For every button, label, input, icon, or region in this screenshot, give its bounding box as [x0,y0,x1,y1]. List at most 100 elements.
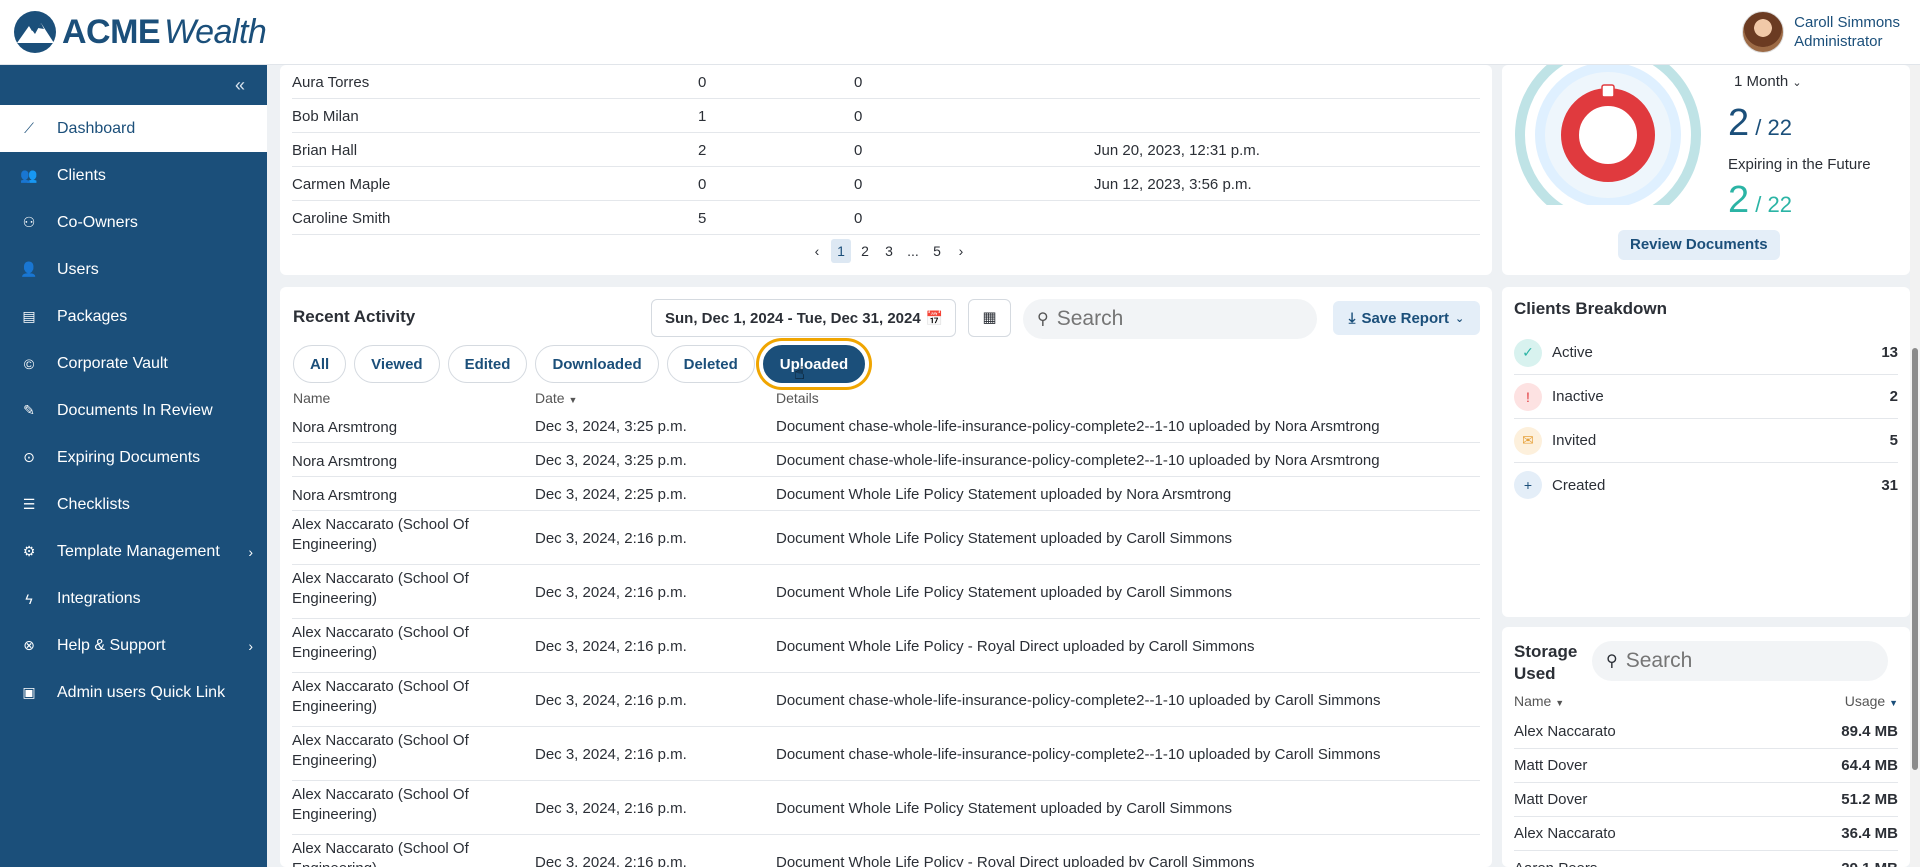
search-icon: ⚲ [1606,653,1618,670]
sidebar-item-clients[interactable]: 👥 Clients [0,152,267,199]
activity-date: Dec 3, 2024, 2:16 p.m. [535,530,687,547]
table-row[interactable]: Bob Milan 1 0 [292,99,1480,133]
table-row[interactable]: Carmen Maple 0 0 Jun 12, 2023, 3:56 p.m. [292,167,1480,201]
sidebar-item-documents-in-review[interactable]: ✎ Documents In Review [0,387,267,434]
review-documents-button[interactable]: Review Documents [1618,230,1780,260]
filter-downloaded[interactable]: Downloaded [535,345,659,383]
breakdown-label: Inactive [1552,388,1604,405]
table-row[interactable]: Nora Arsmtrong Dec 3, 2024, 3:25 p.m. Docu… [292,409,1480,443]
expiring-future-total: 22 [1767,192,1792,217]
table-row[interactable]: Matt Dover 64.4 MB [1514,749,1898,783]
doc-expiring-icon: ⊙ [23,449,35,465]
sort-down-icon: ▼ [1889,698,1898,708]
table-cell: 0 [854,108,863,125]
breakdown-row-created[interactable]: + Created 31 [1514,463,1898,507]
sidebar-item-help-support[interactable]: ⊗ Help & Support › [0,622,267,669]
column-header-details[interactable]: Details [776,390,819,406]
donut-marker [1601,84,1615,98]
sidebar-item-admin-users-quick-link[interactable]: ▣ Admin users Quick Link [0,669,267,716]
table-row[interactable]: Nora Arsmtrong Dec 3, 2024, 3:25 p.m. Docu… [292,443,1480,477]
table-cell: Bob Milan [292,108,359,125]
table-row[interactable]: Alex Naccarato (School Of Engineering) De… [292,727,1480,781]
breakdown-row-invited[interactable]: ✉ Invited 5 [1514,419,1898,463]
table-row[interactable]: Nora Arsmtrong Dec 3, 2024, 2:25 p.m. Docu… [292,477,1480,511]
activity-details: Document chase-whole-life-insurance-poli… [776,746,1381,763]
storage-usage: 51.2 MB [1841,791,1898,808]
sidebar-item-co-owners[interactable]: ⚇ Co-Owners [0,199,267,246]
page-button[interactable]: 1 [831,239,851,263]
table-row[interactable]: Alex Naccarato (School Of Engineering) De… [292,619,1480,673]
sidebar-item-template-management[interactable]: ⚙ Template Management › [0,528,267,575]
period-select[interactable]: 1 Month ⌄ [1734,73,1802,90]
storage-name: Alex Naccarato [1514,825,1616,842]
storage-title-line2: Used [1514,664,1556,683]
sidebar-item-checklists[interactable]: ☰ Checklists [0,481,267,528]
check-icon: ✓ [1514,338,1542,367]
filter-all[interactable]: All [293,345,347,383]
storage-col-usage[interactable]: Usage ▼ [1845,693,1898,709]
table-row[interactable]: Brian Hall 2 0 Jun 20, 2023, 12:31 p.m. [292,133,1480,167]
table-row[interactable]: Alex Naccarato (School Of Engineering) De… [292,565,1480,619]
activity-filters: All Viewed Edited Downloaded Deleted Uploaded [293,345,866,383]
activity-date: Dec 3, 2024, 2:16 p.m. [535,638,687,655]
page-button[interactable]: 3 [879,239,899,263]
table-row[interactable]: Alex Naccarato (School Of Engineering) De… [292,511,1480,565]
table-row[interactable]: Alex Naccarato (School Of Engineering) De… [292,835,1480,867]
recent-activity-panel: Recent Activity Sun, Dec 1, 2024 - Tue, … [280,287,1492,867]
table-row[interactable]: Alex Naccarato 89.4 MB [1514,715,1898,749]
page-button[interactable]: 5 [927,239,947,263]
bolt-icon: ϟ [25,590,33,607]
calendar-button[interactable]: ▦ [968,299,1011,337]
storage-col-name[interactable]: Name ▼ [1514,693,1564,709]
sidebar-item-dashboard[interactable]: ⟋ Dashboard [0,105,267,152]
table-row[interactable]: Alex Naccarato 36.4 MB [1514,817,1898,851]
filter-deleted[interactable]: Deleted [666,345,755,383]
page-button[interactable]: ... [903,239,923,263]
column-header-date[interactable]: Date ▼ [535,390,577,406]
sidebar-item-expiring-documents[interactable]: ⊙ Expiring Documents [0,434,267,481]
activity-details: Document Whole Life Policy - Royal Direc… [776,854,1255,867]
page-button[interactable]: 2 [855,239,875,263]
activity-details: Document Whole Life Policy Statement upl… [776,486,1232,503]
sidebar-item-label: Users [57,260,99,278]
hand-cursor-icon: ☝ [794,363,805,383]
calendar-icon: ▦ [982,309,997,326]
table-cell: Aura Torres [292,74,370,91]
sidebar-item-packages[interactable]: ▤ Packages [0,293,267,340]
breakdown-row-active[interactable]: ✓ Active 13 [1514,331,1898,375]
user-menu[interactable]: Caroll Simmons Administrator [1742,11,1900,53]
table-row[interactable]: Alex Naccarato (School Of Engineering) De… [292,673,1480,727]
save-report-button[interactable]: ⤓ Save Report ⌄ [1333,301,1480,335]
donut-red-ring [1561,88,1655,182]
filter-edited[interactable]: Edited [447,345,528,383]
filter-viewed[interactable]: Viewed [354,345,440,383]
sidebar-item-integrations[interactable]: ϟ Integrations [0,575,267,622]
page-scrollbar[interactable] [1910,65,1920,867]
next-page-button[interactable]: › [951,239,971,263]
sidebar-item-corporate-vault[interactable]: © Corporate Vault [0,340,267,387]
clients-breakdown-widget: Clients Breakdown ✓ Active 13! Inactive 2 ✉ In… [1502,287,1910,617]
filter-uploaded[interactable]: Uploaded [762,345,866,383]
breakdown-count: 31 [1881,476,1898,494]
table-row[interactable]: Aura Torres 0 0 [292,65,1480,99]
prev-page-button[interactable]: ‹ [807,239,827,263]
storage-name: Matt Dover [1514,791,1588,808]
date-range-picker[interactable]: Sun, Dec 1, 2024 - Tue, Dec 31, 2024 📅 [651,299,956,337]
table-row[interactable]: Alex Naccarato (School Of Engineering) De… [292,781,1480,835]
scrollbar-thumb[interactable] [1912,348,1918,770]
activity-search-input[interactable] [1056,307,1277,331]
column-header-name[interactable]: Name [293,390,330,406]
activity-name: Alex Naccarato (School Of Engineering) [292,840,469,867]
collapse-sidebar-button[interactable]: « [0,65,267,105]
breakdown-count: 2 [1889,388,1898,405]
table-cell: Jun 20, 2023, 12:31 p.m. [1094,142,1260,159]
table-row[interactable]: Matt Dover 51.2 MB [1514,783,1898,817]
brand-logo[interactable]: ACME Wealth [12,9,267,55]
table-row[interactable]: Caroline Smith 5 0 [292,201,1480,235]
breakdown-label: Created [1552,476,1606,494]
breakdown-row-inactive[interactable]: ! Inactive 2 [1514,375,1898,419]
table-row[interactable]: Aaron Peers 29.1 MB [1514,851,1898,867]
pagination: ‹ 1 2 3... 5 › [807,239,971,263]
sidebar-item-users[interactable]: 👤 Users [0,246,267,293]
storage-search-input[interactable] [1625,649,1846,673]
